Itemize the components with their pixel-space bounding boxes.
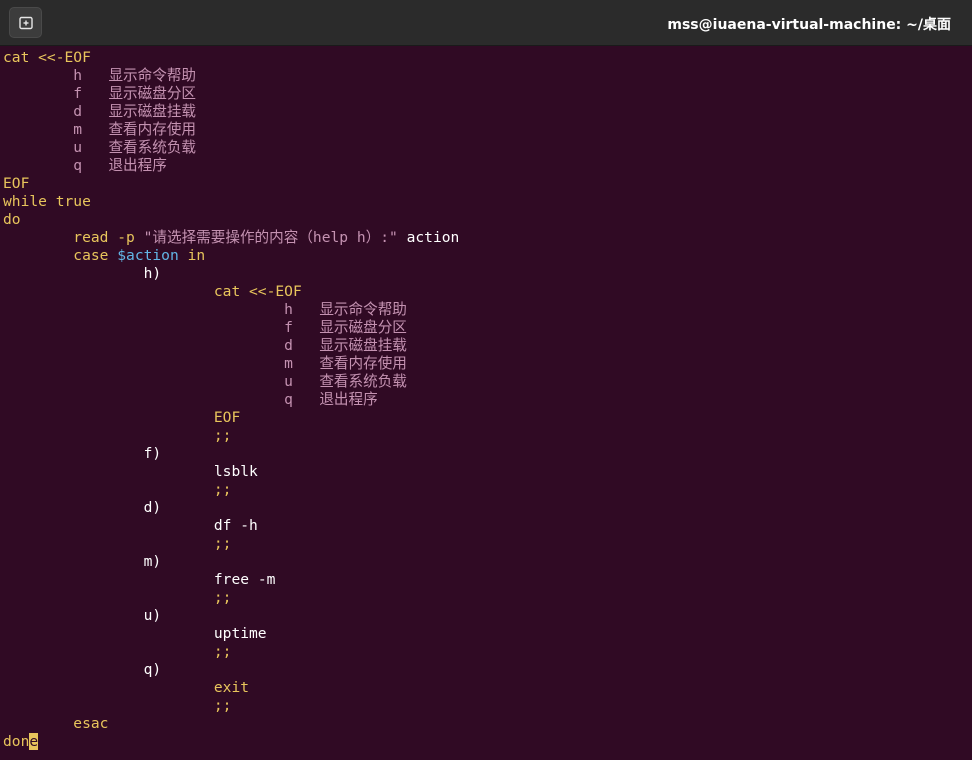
- code-line: f): [3, 445, 972, 463]
- code-line: read -p "请选择需要操作的内容（help h）:" action: [3, 229, 972, 247]
- case-label: h): [143, 265, 162, 282]
- case-label: m): [143, 553, 162, 570]
- menu-text: 显示磁盘挂载: [319, 337, 407, 354]
- code-token: df: [213, 517, 232, 534]
- code-token: read -p: [73, 229, 135, 246]
- code-token: don: [3, 733, 30, 750]
- code-line: q): [3, 661, 972, 679]
- code-line: df -h: [3, 517, 972, 535]
- code-line: done: [3, 733, 972, 751]
- heredoc-line: u 查看系统负载: [3, 139, 972, 157]
- case-label: f): [143, 445, 162, 462]
- code-line: cat <<-EOF: [3, 49, 972, 67]
- heredoc-line: u 查看系统负载: [3, 373, 972, 391]
- case-label: q): [143, 661, 162, 678]
- window-title: mss@iuaena-virtual-machine: ~/桌面: [667, 17, 951, 33]
- menu-text: 显示命令帮助: [319, 301, 407, 318]
- code-line: EOF: [3, 409, 972, 427]
- code-token: uptime: [213, 625, 267, 642]
- heredoc-line: m 查看内存使用: [3, 355, 972, 373]
- code-token: -h: [240, 517, 258, 534]
- code-line: ;;: [3, 481, 972, 499]
- terminal-editor[interactable]: cat <<-EOF h 显示命令帮助 f 显示磁盘分区 d 显示磁盘挂载 m …: [3, 49, 972, 760]
- code-line: free -m: [3, 571, 972, 589]
- code-token: ;;: [213, 589, 232, 606]
- case-label: u): [143, 607, 162, 624]
- heredoc-line: q 退出程序: [3, 391, 972, 409]
- code-line: do: [3, 211, 21, 228]
- code-token: ;;: [213, 643, 232, 660]
- menu-text: 查看系统负载: [108, 139, 197, 156]
- code-line: EOF: [3, 175, 30, 192]
- menu-key: m: [284, 355, 293, 372]
- code-line: ;;: [3, 427, 972, 445]
- menu-key: q: [284, 391, 293, 408]
- code-line: cat <<-EOF: [3, 283, 972, 301]
- menu-text: 显示磁盘分区: [319, 319, 407, 336]
- menu-key: u: [284, 373, 293, 390]
- code-token: cat <<-EOF: [3, 49, 91, 66]
- code-token: cat <<-EOF: [213, 283, 302, 300]
- menu-text: 显示命令帮助: [108, 67, 197, 84]
- menu-key: f: [284, 319, 293, 336]
- code-line: exit: [3, 679, 972, 697]
- code-string: "请选择需要操作的内容（help h）:": [143, 229, 398, 246]
- code-line: h): [3, 265, 972, 283]
- heredoc-line: m 查看内存使用: [3, 121, 972, 139]
- code-line: ;;: [3, 535, 972, 553]
- code-line: uptime: [3, 625, 972, 643]
- heredoc-line: h 显示命令帮助: [3, 301, 972, 319]
- code-token: lsblk: [213, 463, 258, 480]
- code-token: ;;: [213, 427, 232, 444]
- code-line: lsblk: [3, 463, 972, 481]
- code-line: d): [3, 499, 972, 517]
- code-line: ;;: [3, 697, 972, 715]
- code-token: -m: [257, 571, 276, 588]
- code-line: ;;: [3, 589, 972, 607]
- code-line: while true: [3, 193, 91, 210]
- menu-key: q: [73, 157, 83, 174]
- code-token: exit: [213, 679, 250, 696]
- text-cursor: e: [29, 733, 39, 750]
- code-line: ;;: [3, 643, 972, 661]
- menu-key: h: [73, 67, 83, 84]
- menu-text: 查看内存使用: [108, 121, 197, 138]
- code-token: ;;: [213, 697, 232, 714]
- case-label: d): [143, 499, 162, 516]
- menu-key: d: [73, 103, 83, 120]
- menu-text: 退出程序: [319, 391, 378, 408]
- menu-key: h: [284, 301, 293, 318]
- menu-text: 显示磁盘挂载: [108, 103, 197, 120]
- code-token: action: [406, 229, 460, 246]
- code-line: u): [3, 607, 972, 625]
- menu-text: 查看内存使用: [319, 355, 407, 372]
- heredoc-line: f 显示磁盘分区: [3, 319, 972, 337]
- menu-key: u: [73, 139, 83, 156]
- code-token: free: [213, 571, 250, 588]
- menu-key: m: [73, 121, 83, 138]
- heredoc-line: h 显示命令帮助: [3, 67, 972, 85]
- menu-key: f: [73, 85, 83, 102]
- code-token: ;;: [213, 481, 232, 498]
- code-token: EOF: [213, 409, 241, 426]
- code-line: case $action in: [3, 247, 972, 265]
- code-token: in: [187, 247, 206, 264]
- new-tab-icon: [18, 16, 33, 29]
- menu-text: 退出程序: [108, 157, 167, 174]
- code-variable: $action: [117, 247, 179, 264]
- code-line: esac: [3, 715, 972, 733]
- title-bar: mss@iuaena-virtual-machine: ~/桌面: [0, 0, 972, 46]
- new-tab-button[interactable]: [9, 7, 42, 38]
- code-line: m): [3, 553, 972, 571]
- heredoc-line: f 显示磁盘分区: [3, 85, 972, 103]
- code-token: ;;: [213, 535, 232, 552]
- heredoc-line: d 显示磁盘挂载: [3, 103, 972, 121]
- menu-text: 显示磁盘分区: [108, 85, 197, 102]
- menu-text: 查看系统负载: [319, 373, 407, 390]
- menu-key: d: [284, 337, 293, 354]
- code-token: case: [73, 247, 109, 264]
- heredoc-line: q 退出程序: [3, 157, 972, 175]
- heredoc-line: d 显示磁盘挂载: [3, 337, 972, 355]
- code-token: esac: [73, 715, 109, 732]
